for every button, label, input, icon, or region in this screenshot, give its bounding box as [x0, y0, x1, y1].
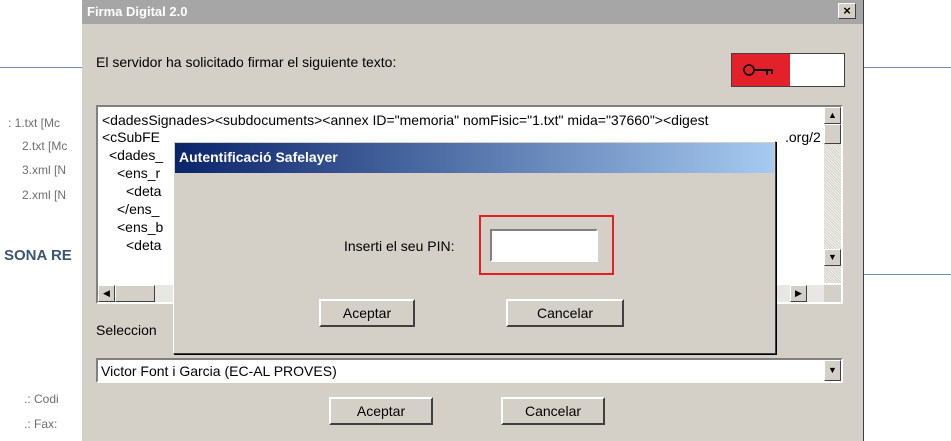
prompt-label: El servidor ha solicitado firmar el sigu…	[96, 54, 397, 70]
key-icon-graphic	[743, 64, 773, 76]
text-line: </ens_	[117, 201, 160, 217]
dialog-accept-button[interactable]: Aceptar	[319, 299, 415, 327]
pin-input[interactable]	[490, 229, 598, 262]
text-line: <ens_b	[117, 219, 164, 235]
vertical-scroll-thumb[interactable]	[824, 124, 841, 144]
window-title: Firma Digital 2.0	[87, 4, 188, 19]
cancel-button[interactable]: Cancelar	[501, 397, 605, 425]
pin-highlight	[479, 215, 614, 275]
authentication-dialog: Autentificació Safelayer Inserti el seu …	[173, 141, 776, 354]
background-footer-item: .: Codi	[24, 392, 59, 406]
scroll-right-button[interactable]: ▶	[790, 285, 807, 302]
certificate-value: Victor Font i Garcia (EC-AL PROVES)	[101, 363, 337, 379]
dropdown-arrow-icon[interactable]: ▼	[824, 360, 841, 381]
accept-button[interactable]: Aceptar	[329, 397, 433, 425]
dialog-cancel-button[interactable]: Cancelar	[506, 299, 624, 327]
background-divider-right-2	[864, 274, 951, 275]
scroll-corner	[824, 285, 841, 302]
certificate-select[interactable]: Victor Font i Garcia (EC-AL PROVES) ▼	[96, 358, 843, 383]
scroll-up-button[interactable]: ▲	[824, 107, 841, 124]
dialog-titlebar[interactable]: Autentificació Safelayer	[175, 143, 774, 173]
text-line: <dades_	[109, 147, 164, 163]
background-file-item: : 1.txt [Mc	[8, 116, 61, 130]
pin-label: Inserti el seu PIN:	[344, 238, 455, 254]
key-icon	[732, 54, 790, 86]
dialog-title: Autentificació Safelayer	[179, 149, 338, 165]
select-certificate-label: Seleccion	[96, 322, 157, 338]
scroll-down-button[interactable]: ▼	[824, 249, 841, 266]
background-file-item: 3.xml [N	[22, 163, 67, 177]
key-indicator	[731, 53, 845, 87]
close-button[interactable]: ×	[838, 3, 856, 19]
text-line: <deta	[126, 237, 162, 253]
window-titlebar[interactable]: Firma Digital 2.0 ×	[82, 0, 863, 24]
text-line: <deta	[126, 183, 162, 199]
background-divider-right	[864, 67, 951, 68]
scroll-left-button[interactable]: ◀	[98, 285, 115, 302]
text-line-tail: .org/2	[785, 129, 821, 145]
text-line: <ens_r	[117, 165, 161, 181]
text-line: <cSubFE	[102, 129, 160, 145]
background-file-item: 2.xml [N	[22, 188, 67, 202]
background-section-heading: SONA RE	[4, 247, 72, 264]
background-divider-left	[0, 67, 82, 68]
background-footer-item: .: Fax:	[24, 417, 58, 431]
text-line: <dadesSignades><subdocuments><annex ID="…	[102, 112, 709, 128]
vertical-scrollbar[interactable]: ▲ ▼	[824, 107, 841, 283]
horizontal-scroll-thumb[interactable]	[115, 285, 155, 302]
background-file-item: 2.txt [Mc	[22, 139, 68, 153]
